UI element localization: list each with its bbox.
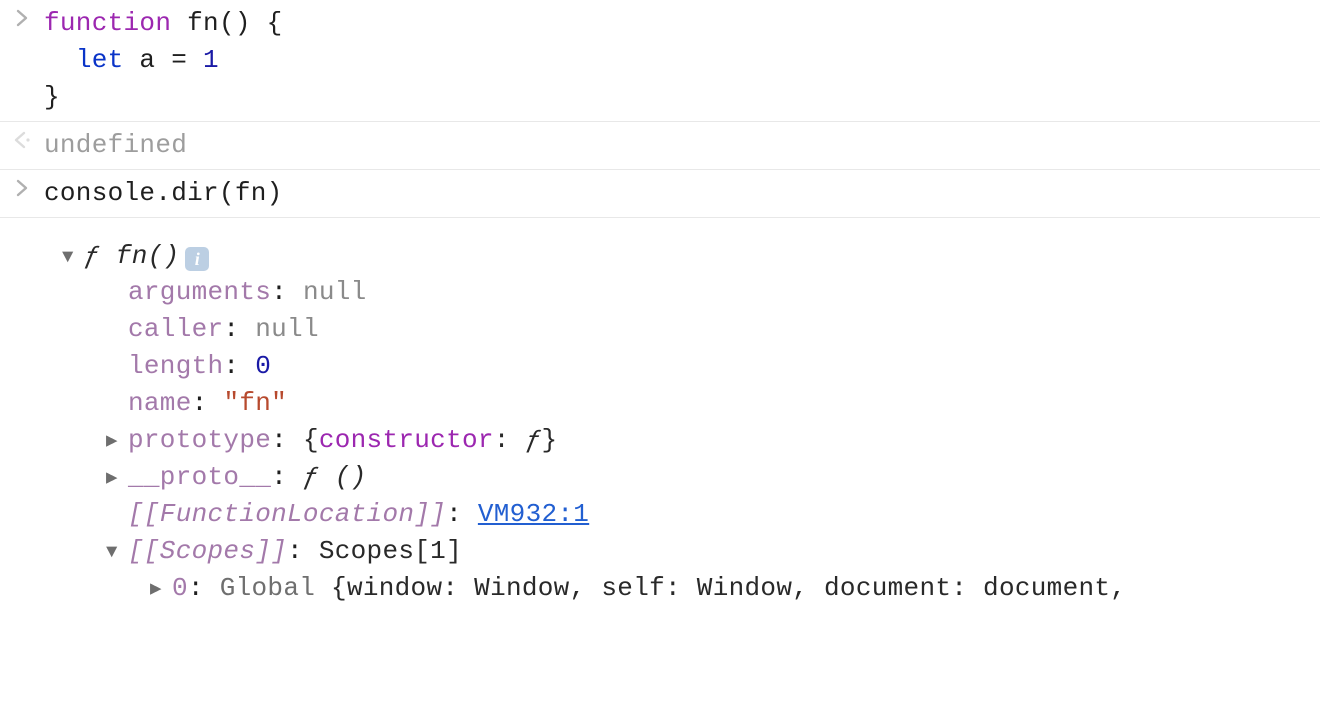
keyword-function: function — [44, 8, 171, 38]
info-icon[interactable]: i — [185, 247, 209, 271]
object-inspector: ▼ ƒ fn() i ▶ arguments: null ▶ caller: n… — [0, 218, 1320, 607]
disclosure-triangle-down-icon[interactable]: ▼ — [62, 244, 84, 271]
prop-scope-0[interactable]: ▶ 0: Global {window: Window, self: Windo… — [44, 570, 1320, 607]
disclosure-triangle-right-icon[interactable]: ▶ — [106, 465, 128, 492]
prop-proto[interactable]: ▶ __proto__: ƒ () — [44, 459, 1320, 496]
output-chevron-icon — [0, 127, 44, 149]
prop-caller[interactable]: ▶ caller: null — [44, 311, 1320, 348]
prop-name[interactable]: ▶ name: "fn" — [44, 385, 1320, 422]
disclosure-triangle-right-icon[interactable]: ▶ — [150, 576, 172, 603]
prop-scopes[interactable]: ▼ [[Scopes]]: Scopes[1] — [44, 533, 1320, 570]
function-signature: fn() — [100, 238, 180, 275]
prop-function-location[interactable]: ▶ [[FunctionLocation]]: VM932:1 — [44, 496, 1320, 533]
console-code[interactable]: function fn() { let a = 1 } — [44, 5, 1320, 116]
inspector-header[interactable]: ▼ ƒ fn() i — [44, 238, 1320, 275]
console-entry-input: console.dir(fn) — [0, 170, 1320, 218]
console-code[interactable]: console.dir(fn) — [44, 175, 1320, 212]
prop-prototype[interactable]: ▶ prototype: {constructor: ƒ} — [44, 422, 1320, 459]
function-glyph: ƒ — [84, 238, 100, 275]
disclosure-triangle-down-icon[interactable]: ▼ — [106, 539, 128, 566]
undefined-value: undefined — [44, 130, 187, 160]
console-result[interactable]: undefined — [44, 127, 1320, 164]
disclosure-triangle-right-icon[interactable]: ▶ — [106, 428, 128, 455]
keyword-let: let — [76, 45, 124, 75]
input-chevron-icon — [0, 5, 44, 27]
number-literal: 1 — [203, 45, 219, 75]
console-entry-input: function fn() { let a = 1 } — [0, 0, 1320, 122]
source-link[interactable]: VM932:1 — [478, 496, 589, 533]
prop-arguments[interactable]: ▶ arguments: null — [44, 274, 1320, 311]
input-chevron-icon — [0, 175, 44, 197]
console-entry-output: undefined — [0, 122, 1320, 170]
prop-length[interactable]: ▶ length: 0 — [44, 348, 1320, 385]
